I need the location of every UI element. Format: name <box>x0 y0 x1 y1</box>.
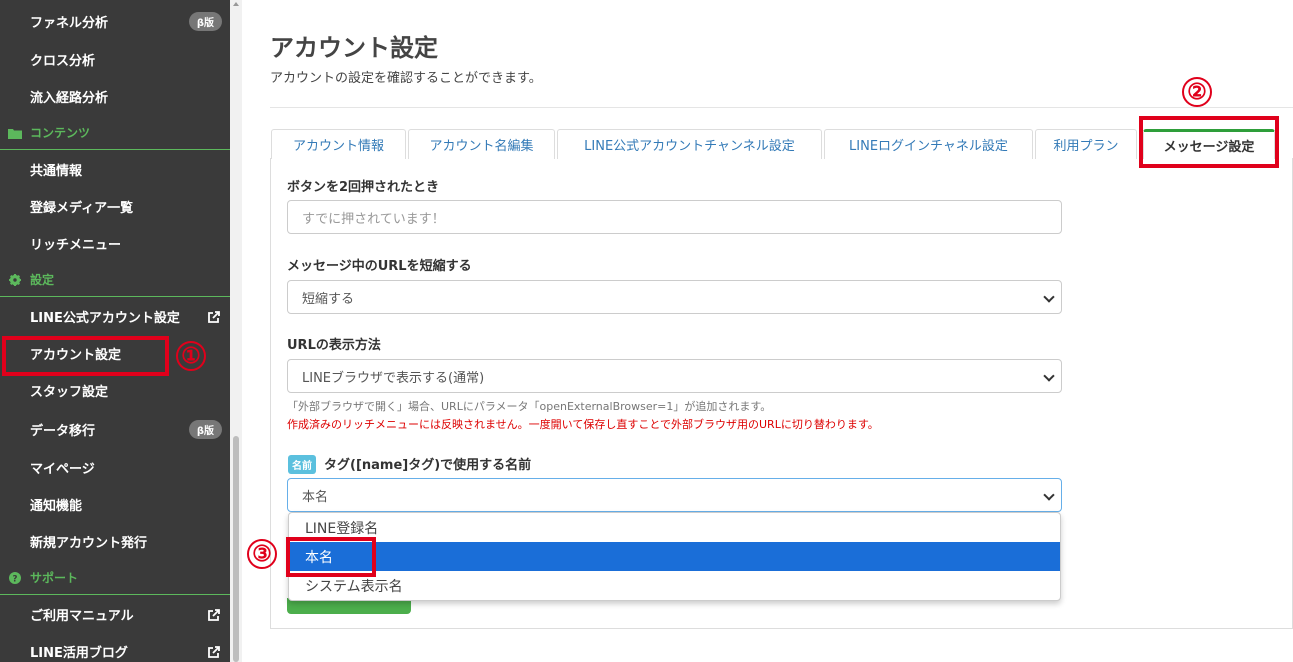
sidebar-item-label: 新規アカウント発行 <box>30 536 148 551</box>
url-display-select[interactable]: LINEブラウザで表示する(通常) <box>287 359 1062 393</box>
shorten-url-value: 短縮する <box>302 291 355 307</box>
sidebar-item-my-page[interactable]: マイページ <box>0 449 230 486</box>
annotation-box-3 <box>286 537 376 577</box>
sidebar-item-media-list[interactable]: 登録メディア一覧 <box>0 188 230 225</box>
sidebar: ファネル分析 β版 クロス分析 流入経路分析 コンテンツ 共通情報 登録メディア… <box>0 0 230 662</box>
divider <box>270 107 1293 108</box>
url-display-label: URLの表示方法 <box>287 338 381 353</box>
sidebar-section-label: サポート <box>30 571 79 585</box>
name-tag-select[interactable]: 本名 <box>287 478 1062 512</box>
name-tag-value: 本名 <box>302 489 329 505</box>
sidebar-item-label: マイページ <box>30 462 95 477</box>
sidebar-section-settings: 設定 <box>0 263 230 297</box>
annotation-marker-1: ① <box>176 341 206 371</box>
sidebar-item-label: データ移行 <box>30 424 96 439</box>
annotation-box-1 <box>2 336 169 376</box>
sidebar-item-label: スタッフ設定 <box>30 385 109 400</box>
double-press-label: ボタンを2回押されたとき <box>287 180 440 195</box>
tab-account-info[interactable]: アカウント情報 <box>271 129 406 159</box>
tab-line-official-channel-settings[interactable]: LINE公式アカウントチャンネル設定 <box>557 129 822 159</box>
sidebar-item-line-official-account-settings[interactable]: LINE公式アカウント設定 <box>0 298 230 335</box>
sidebar-item-staff-settings[interactable]: スタッフ設定 <box>0 372 230 409</box>
name-tag-option[interactable]: LINE登録名 <box>289 513 1060 542</box>
sidebar-item-label: クロス分析 <box>30 54 96 69</box>
folder-icon <box>8 128 22 139</box>
sidebar-item-data-migration[interactable]: データ移行 β版 <box>0 411 230 448</box>
page-title: アカウント設定 <box>270 34 438 62</box>
sidebar-item-line-blog[interactable]: LINE活用ブログ <box>0 633 230 662</box>
name-tag-badge: 名前 <box>288 455 316 474</box>
scroll-up-arrow-icon[interactable] <box>233 2 239 6</box>
sidebar-item-notifications[interactable]: 通知機能 <box>0 486 230 523</box>
external-link-icon <box>208 645 220 658</box>
url-display-help: 「外部ブラウザで開く」場合、URLにパラメータ「openExternalBrow… <box>287 400 772 413</box>
name-tag-dropdown: LINE登録名 本名 システム表示名 <box>288 512 1061 601</box>
sidebar-section-contents: コンテンツ <box>0 116 230 150</box>
sidebar-item-user-manual[interactable]: ご利用マニュアル <box>0 596 230 633</box>
sidebar-item-label: ご利用マニュアル <box>30 609 134 624</box>
gear-icon <box>9 273 21 286</box>
question-circle-icon: ? <box>9 571 21 584</box>
chevron-down-icon <box>1043 370 1055 382</box>
svg-text:?: ? <box>13 574 18 584</box>
shorten-url-label: メッセージ中のURLを短縮する <box>287 259 472 274</box>
sidebar-item-rich-menu[interactable]: リッチメニュー <box>0 225 230 262</box>
sidebar-item-inflow-route-analysis[interactable]: 流入経路分析 <box>0 78 230 115</box>
sidebar-item-new-account[interactable]: 新規アカウント発行 <box>0 523 230 560</box>
chevron-down-icon <box>1043 291 1055 303</box>
sidebar-item-label: リッチメニュー <box>30 238 122 253</box>
sidebar-item-label: LINE活用ブログ <box>30 646 128 661</box>
beta-badge: β版 <box>188 12 222 31</box>
annotation-marker-2: ② <box>1182 77 1212 107</box>
url-display-warning: 作成済みのリッチメニューには反映されません。一度開いて保存し直すことで外部ブラウ… <box>287 418 879 431</box>
name-tag-option-selected[interactable]: 本名 <box>289 542 1060 571</box>
sidebar-item-label: 登録メディア一覧 <box>30 201 134 216</box>
sidebar-item-label: 共通情報 <box>30 164 83 179</box>
sidebar-item-funnel-analysis[interactable]: ファネル分析 β版 <box>0 3 230 40</box>
name-tag-label: タグ([name]タグ)で使用する名前 <box>324 458 532 473</box>
sidebar-item-shared-info[interactable]: 共通情報 <box>0 151 230 188</box>
sidebar-item-cross-analysis[interactable]: クロス分析 <box>0 41 230 78</box>
scrollbar-thumb[interactable] <box>233 436 239 662</box>
sidebar-section-support: ? サポート <box>0 561 230 595</box>
sidebar-section-label: 設定 <box>30 273 55 287</box>
sidebar-item-label: ファネル分析 <box>30 16 109 31</box>
page-subtitle: アカウントの設定を確認することができます。 <box>270 71 542 86</box>
annotation-marker-3: ③ <box>247 539 277 569</box>
shorten-url-select[interactable]: 短縮する <box>287 280 1062 314</box>
name-tag-option[interactable]: システム表示名 <box>289 571 1060 600</box>
tab-account-name-edit[interactable]: アカウント名編集 <box>408 129 555 159</box>
sidebar-item-label: LINE公式アカウント設定 <box>30 311 180 326</box>
external-link-icon <box>208 608 220 621</box>
beta-badge: β版 <box>188 420 222 439</box>
tab-plan[interactable]: 利用プラン <box>1035 129 1137 159</box>
sidebar-section-label: コンテンツ <box>30 126 91 140</box>
external-link-icon <box>208 310 220 323</box>
annotation-box-2 <box>1139 116 1279 168</box>
tab-line-login-channel-settings[interactable]: LINEログインチャネル設定 <box>824 129 1033 159</box>
double-press-message-input[interactable]: すでに押されています！ <box>287 200 1062 234</box>
url-display-value: LINEブラウザで表示する(通常) <box>302 370 485 386</box>
sidebar-item-label: 流入経路分析 <box>30 91 109 106</box>
sidebar-item-label: 通知機能 <box>30 499 83 514</box>
chevron-down-icon <box>1043 489 1055 501</box>
